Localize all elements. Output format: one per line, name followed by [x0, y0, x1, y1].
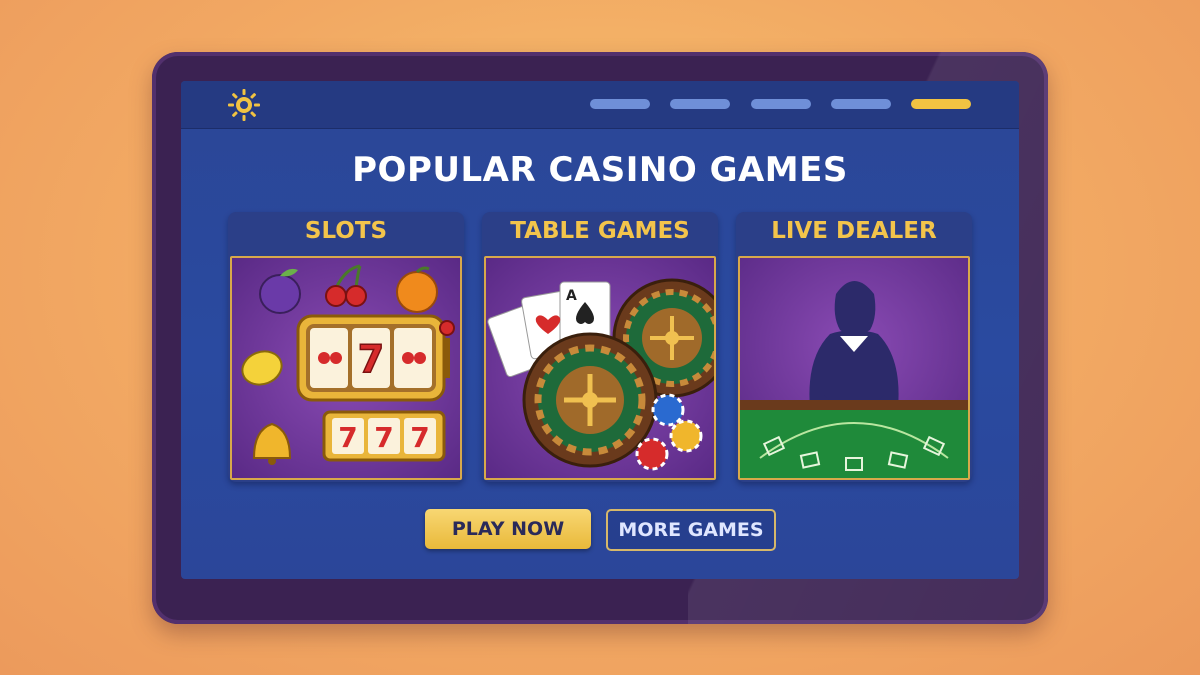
game-card-live-dealer[interactable]: LIVE DEALER — [736, 212, 972, 482]
nav-item-5-active[interactable] — [911, 99, 971, 109]
roulette-cards-icon: A — [486, 258, 714, 478]
more-games-button[interactable]: MORE GAMES — [606, 509, 776, 551]
table-games-artwork: A — [484, 256, 716, 480]
nav-item-1[interactable] — [590, 99, 650, 109]
game-card-slots[interactable]: SLOTS 7 7 7 7 — [228, 212, 464, 482]
slot-digit-3: 7 — [410, 421, 429, 454]
sun-chip-icon[interactable] — [227, 88, 261, 122]
card-title-table-games: TABLE GAMES — [510, 218, 690, 244]
card-title-slots: SLOTS — [304, 218, 388, 244]
slot-machine-icon: 7 7 7 7 — [232, 258, 460, 478]
nav-item-3[interactable] — [751, 99, 811, 109]
play-now-button[interactable]: PLAY NOW — [425, 509, 591, 549]
slot-digit-1: 7 — [338, 421, 357, 454]
game-card-table-games[interactable]: TABLE GAMES A — [482, 212, 718, 482]
top-navbar — [181, 81, 1019, 129]
page-title: POPULAR CASINO GAMES — [352, 150, 848, 190]
nav-item-4[interactable] — [831, 99, 891, 109]
slot-reel-seven: 7 — [358, 337, 384, 381]
ace-card-rank: A — [566, 288, 577, 304]
live-dealer-icon — [740, 258, 968, 478]
nav-item-2[interactable] — [670, 99, 730, 109]
live-dealer-artwork — [738, 256, 970, 480]
card-title-live-dealer: LIVE DEALER — [771, 218, 937, 244]
slot-digit-2: 7 — [374, 421, 393, 454]
slots-artwork: 7 7 7 7 — [230, 256, 462, 480]
